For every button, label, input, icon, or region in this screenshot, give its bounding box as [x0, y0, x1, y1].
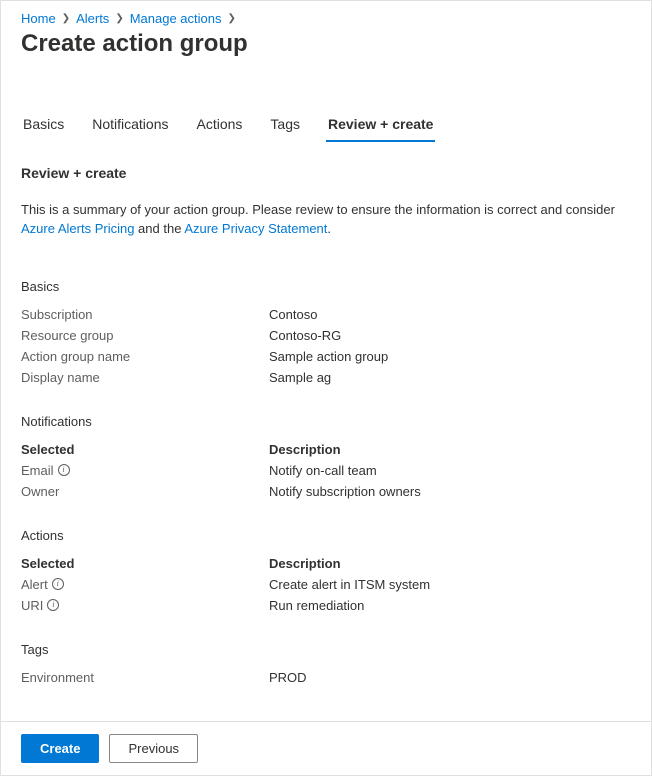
create-button[interactable]: Create	[21, 734, 99, 763]
label-subscription: Subscription	[21, 307, 269, 322]
row-resource-group: Resource group Contoso-RG	[21, 325, 631, 346]
value-uri: Run remediation	[269, 598, 364, 613]
breadcrumb-alerts[interactable]: Alerts	[76, 11, 109, 26]
value-action-group-name: Sample action group	[269, 349, 388, 364]
breadcrumb-manage-actions[interactable]: Manage actions	[130, 11, 222, 26]
label-email-text: Email	[21, 463, 54, 478]
tab-tags[interactable]: Tags	[268, 108, 302, 142]
notifications-selected-header: Selected	[21, 442, 269, 457]
label-resource-group: Resource group	[21, 328, 269, 343]
breadcrumb-home[interactable]: Home	[21, 11, 56, 26]
page-title: Create action group	[1, 30, 651, 74]
row-email: Email i Notify on-call team	[21, 460, 631, 481]
actions-header-row: Selected Description	[21, 553, 631, 574]
review-heading: Review + create	[21, 165, 631, 181]
label-uri: URI i	[21, 598, 269, 613]
actions-description-header: Description	[269, 556, 341, 571]
summary-pre: This is a summary of your action group. …	[21, 202, 615, 217]
actions-selected-header: Selected	[21, 556, 269, 571]
row-subscription: Subscription Contoso	[21, 304, 631, 325]
label-owner: Owner	[21, 484, 269, 499]
label-action-group-name: Action group name	[21, 349, 269, 364]
tab-actions[interactable]: Actions	[195, 108, 245, 142]
tab-notifications[interactable]: Notifications	[90, 108, 170, 142]
summary-mid: and the	[134, 221, 184, 236]
label-alert: Alert i	[21, 577, 269, 592]
value-display-name: Sample ag	[269, 370, 331, 385]
row-action-group-name: Action group name Sample action group	[21, 346, 631, 367]
value-subscription: Contoso	[269, 307, 317, 322]
content: Review + create This is a summary of you…	[1, 143, 651, 688]
value-owner: Notify subscription owners	[269, 484, 421, 499]
info-icon[interactable]: i	[47, 599, 59, 611]
tab-basics[interactable]: Basics	[21, 108, 66, 142]
notifications-heading: Notifications	[21, 414, 631, 429]
label-environment: Environment	[21, 670, 269, 685]
chevron-right-icon: ❯	[62, 13, 70, 24]
chevron-right-icon: ❯	[227, 13, 235, 24]
row-alert: Alert i Create alert in ITSM system	[21, 574, 631, 595]
basics-heading: Basics	[21, 279, 631, 294]
previous-button[interactable]: Previous	[109, 734, 198, 763]
tabs: Basics Notifications Actions Tags Review…	[1, 108, 651, 143]
actions-heading: Actions	[21, 528, 631, 543]
row-environment: Environment PROD	[21, 667, 631, 688]
label-uri-text: URI	[21, 598, 43, 613]
chevron-right-icon: ❯	[115, 13, 123, 24]
label-display-name: Display name	[21, 370, 269, 385]
label-alert-text: Alert	[21, 577, 48, 592]
tags-heading: Tags	[21, 642, 631, 657]
row-display-name: Display name Sample ag	[21, 367, 631, 388]
summary-post: .	[327, 221, 331, 236]
value-email: Notify on-call team	[269, 463, 377, 478]
info-icon[interactable]: i	[58, 464, 70, 476]
link-azure-privacy-statement[interactable]: Azure Privacy Statement	[184, 221, 327, 236]
value-resource-group: Contoso-RG	[269, 328, 341, 343]
notifications-header-row: Selected Description	[21, 439, 631, 460]
value-environment: PROD	[269, 670, 307, 685]
tab-review-create[interactable]: Review + create	[326, 108, 435, 142]
label-email: Email i	[21, 463, 269, 478]
link-azure-alerts-pricing[interactable]: Azure Alerts Pricing	[21, 221, 134, 236]
row-owner: Owner Notify subscription owners	[21, 481, 631, 502]
notifications-description-header: Description	[269, 442, 341, 457]
value-alert: Create alert in ITSM system	[269, 577, 430, 592]
breadcrumb: Home ❯ Alerts ❯ Manage actions ❯	[1, 1, 651, 30]
footer: Create Previous	[1, 721, 651, 775]
row-uri: URI i Run remediation	[21, 595, 631, 616]
summary-text: This is a summary of your action group. …	[21, 201, 631, 239]
info-icon[interactable]: i	[52, 578, 64, 590]
